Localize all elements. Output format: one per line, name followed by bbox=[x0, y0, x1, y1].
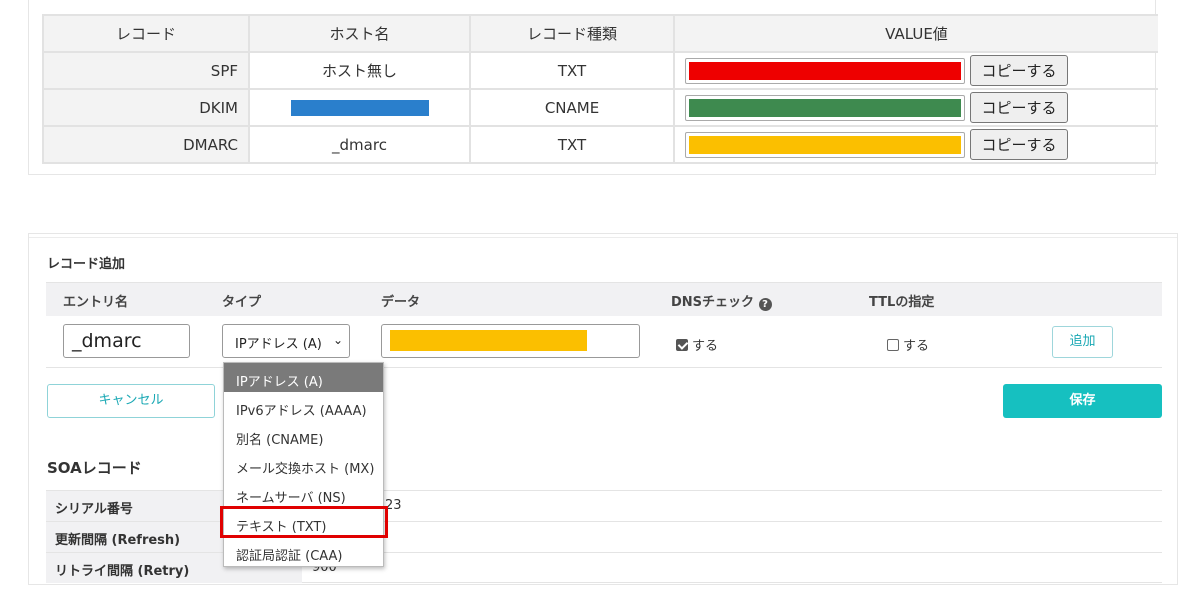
record-add-title: レコード追加 bbox=[47, 257, 126, 272]
column-header-ttl: TTLの指定 bbox=[869, 295, 935, 310]
value-cell: コピーする bbox=[673, 88, 1158, 127]
type-select[interactable]: IPアドレス (A) ⌄ bbox=[222, 324, 350, 358]
table-row: DMARC _dmarc TXT コピーする bbox=[42, 125, 1158, 164]
column-header-host: ホスト名 bbox=[248, 14, 471, 53]
host-redaction bbox=[290, 100, 429, 116]
column-header-data: データ bbox=[381, 295, 421, 310]
dropdown-option[interactable]: IPv6アドレス (AAAA) bbox=[224, 392, 383, 421]
table-row: SPF ホスト無し TXT コピーする bbox=[42, 51, 1158, 90]
dropdown-option[interactable]: 別名 (CNAME) bbox=[224, 421, 383, 450]
dropdown-option[interactable]: 認証局認証 (CAA) bbox=[224, 537, 383, 566]
value-redaction bbox=[689, 135, 961, 154]
highlight-box bbox=[220, 506, 388, 538]
value-redaction bbox=[689, 61, 961, 80]
record-type: TXT bbox=[469, 125, 675, 164]
value-field[interactable] bbox=[685, 131, 965, 158]
copy-button[interactable]: コピーする bbox=[970, 92, 1068, 123]
column-header-type: レコード種類 bbox=[469, 14, 675, 53]
table-row: DKIM CNAME コピーする bbox=[42, 88, 1158, 127]
soa-row: シリアル番号 23 bbox=[46, 490, 1162, 521]
column-header-dns-check: DNSチェック ? bbox=[671, 291, 772, 311]
chevron-down-icon: ⌄ bbox=[332, 333, 343, 347]
value-cell: コピーする bbox=[673, 51, 1158, 90]
table-header-row: レコード ホスト名 レコード種類 VALUE値 bbox=[42, 14, 1158, 53]
ttl-text: する bbox=[903, 339, 930, 354]
data-redaction bbox=[390, 330, 587, 351]
value-redaction bbox=[689, 98, 961, 117]
value-field[interactable] bbox=[685, 57, 965, 84]
panel-divider bbox=[29, 234, 1177, 238]
entry-name-input[interactable]: _dmarc bbox=[63, 324, 190, 358]
host-name bbox=[248, 88, 471, 127]
ttl-checkbox[interactable]: する bbox=[887, 335, 929, 354]
record-add-header-row: エントリ名 タイプ データ DNSチェック ? TTLの指定 bbox=[46, 282, 1162, 316]
soa-row: リトライ間隔 (Retry) 900 bbox=[46, 552, 1162, 583]
column-header-type: タイプ bbox=[222, 295, 262, 310]
column-header-record: レコード bbox=[42, 14, 250, 53]
checkbox-unchecked-icon bbox=[887, 338, 899, 351]
cancel-button[interactable]: キャンセル bbox=[47, 384, 215, 418]
save-button[interactable]: 保存 bbox=[1003, 384, 1162, 418]
dns-check-checkbox[interactable]: する bbox=[676, 335, 718, 354]
record-label: SPF bbox=[42, 51, 250, 90]
dns-check-text: する bbox=[692, 339, 719, 354]
soa-title: SOAレコード bbox=[47, 459, 142, 477]
add-button[interactable]: 追加 bbox=[1052, 326, 1113, 358]
column-header-entry: エントリ名 bbox=[63, 295, 129, 310]
dropdown-option[interactable]: ネームサーバ (NS) bbox=[224, 479, 383, 508]
record-label: DKIM bbox=[42, 88, 250, 127]
soa-row: 更新間隔 (Refresh) bbox=[46, 521, 1162, 552]
record-type: TXT bbox=[469, 51, 675, 90]
value-cell: コピーする bbox=[673, 125, 1158, 164]
dropdown-option[interactable]: メール交換ホスト (MX) bbox=[224, 450, 383, 479]
copy-button[interactable]: コピーする bbox=[970, 55, 1068, 86]
data-input[interactable] bbox=[381, 324, 640, 358]
host-name: _dmarc bbox=[248, 125, 471, 164]
value-field[interactable] bbox=[685, 94, 965, 121]
host-name: ホスト無し bbox=[248, 51, 471, 90]
copy-button[interactable]: コピーする bbox=[970, 129, 1068, 160]
checkbox-checked-icon bbox=[676, 338, 688, 351]
dns-check-label: DNSチェック bbox=[671, 295, 755, 310]
dropdown-option[interactable]: IPアドレス (A) bbox=[224, 363, 383, 392]
question-circle-icon[interactable]: ? bbox=[758, 298, 772, 311]
record-label: DMARC bbox=[42, 125, 250, 164]
column-header-value: VALUE値 bbox=[673, 14, 1158, 53]
dns-records-table: レコード ホスト名 レコード種類 VALUE値 SPF ホスト無し TXT コピ… bbox=[42, 14, 1158, 164]
record-type: CNAME bbox=[469, 88, 675, 127]
type-select-value: IPアドレス (A) bbox=[235, 337, 322, 352]
